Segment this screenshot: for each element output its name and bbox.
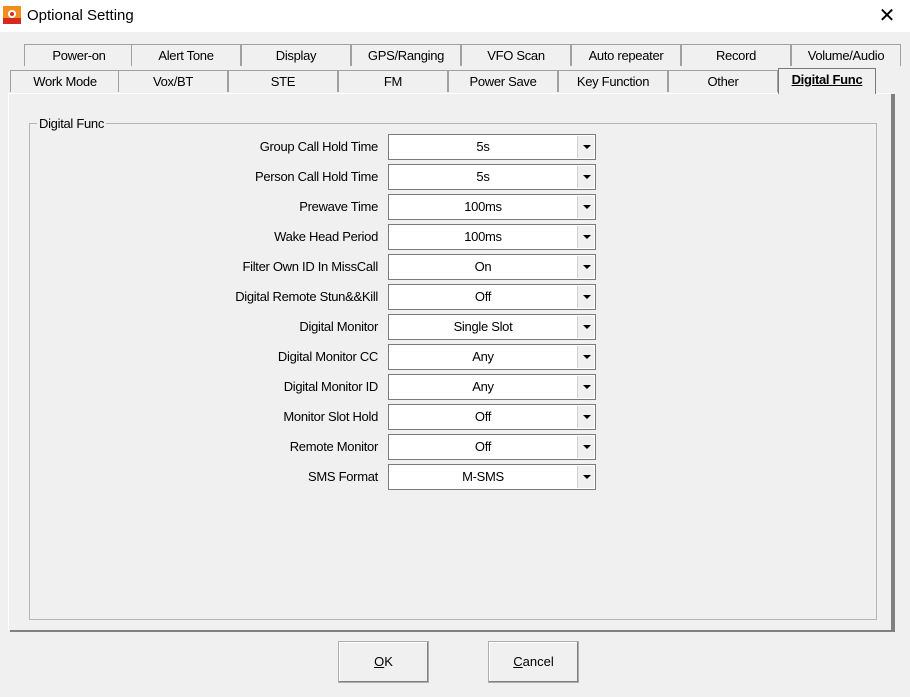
wake-head-period-value: 100ms <box>464 229 502 244</box>
filter-own-id-in-misscall-value: On <box>474 259 492 274</box>
chevron-down-icon[interactable] <box>577 346 594 368</box>
ok-mnemonic: O <box>374 654 385 669</box>
group-title: Digital Func <box>37 116 107 131</box>
tab-alert-tone[interactable]: Alert Tone <box>131 44 241 66</box>
cancel-mnemonic: C <box>513 654 523 669</box>
chevron-down-icon[interactable] <box>577 166 594 188</box>
monitor-slot-hold-value: Off <box>474 409 492 424</box>
person-call-hold-time-label: Person Call Hold Time <box>254 169 378 184</box>
prewave-time-select[interactable]: 100ms <box>388 194 596 220</box>
digital-monitor-select[interactable]: Single Slot <box>388 314 596 340</box>
chevron-down-icon[interactable] <box>577 226 594 248</box>
tab-ste[interactable]: STE <box>228 70 338 92</box>
digital-remote-stun-kill-select[interactable]: Off <box>388 284 596 310</box>
tab-work-mode[interactable]: Work Mode <box>10 70 120 92</box>
cancel-button[interactable]: Cancel <box>488 641 579 683</box>
digital-monitor-value: Single Slot <box>453 319 513 334</box>
digital-monitor-id-select[interactable]: Any <box>388 374 596 400</box>
cancel-label-rest: ancel <box>522 654 554 669</box>
tab-vfo-scan[interactable]: VFO Scan <box>461 44 571 66</box>
tab-vox-bt[interactable]: Vox/BT <box>118 70 228 92</box>
chevron-down-icon[interactable] <box>577 196 594 218</box>
digital-monitor-cc-value: Any <box>472 349 494 364</box>
digital-remote-stun-kill-label: Digital Remote Stun&&Kill <box>235 289 378 304</box>
tab-power-save[interactable]: Power Save <box>448 70 558 92</box>
remote-monitor-label: Remote Monitor <box>289 439 379 454</box>
window-title: Optional Setting <box>27 7 134 24</box>
tab-display[interactable]: Display <box>241 44 351 66</box>
tab-key-function[interactable]: Key Function <box>558 70 668 92</box>
app-logo-icon <box>3 6 21 24</box>
digital-monitor-id-value: Any <box>472 379 494 394</box>
ok-label-rest: K <box>384 654 393 669</box>
tab-fm[interactable]: FM <box>338 70 448 92</box>
chevron-down-icon[interactable] <box>577 316 594 338</box>
tab-gps-ranging[interactable]: GPS/Ranging <box>351 44 461 66</box>
digital-monitor-cc-label: Digital Monitor CC <box>277 349 378 364</box>
tab-auto-repeater[interactable]: Auto repeater <box>571 44 681 66</box>
filter-own-id-in-misscall-label: Filter Own ID In MissCall <box>242 259 378 274</box>
sms-format-value: M-SMS <box>462 469 504 484</box>
chevron-down-icon[interactable] <box>577 466 594 488</box>
prewave-time-value: 100ms <box>464 199 502 214</box>
person-call-hold-time-value: 5s <box>476 169 490 184</box>
monitor-slot-hold-select[interactable]: Off <box>388 404 596 430</box>
tab-record[interactable]: Record <box>681 44 791 66</box>
group-call-hold-time-select[interactable]: 5s <box>388 134 596 160</box>
title-bar: Optional Setting ✕ <box>0 0 910 32</box>
group-call-hold-time-value: 5s <box>476 139 490 154</box>
close-icon[interactable]: ✕ <box>864 0 910 32</box>
digital-monitor-label: Digital Monitor <box>299 319 378 334</box>
chevron-down-icon[interactable] <box>577 436 594 458</box>
group-call-hold-time-label: Group Call Hold Time <box>259 139 379 154</box>
chevron-down-icon[interactable] <box>577 376 594 398</box>
ok-button[interactable]: OK <box>338 641 429 683</box>
chevron-down-icon[interactable] <box>577 136 594 158</box>
tab-power-on[interactable]: Power-on <box>24 44 134 66</box>
tab-digital-func[interactable]: Digital Func <box>778 68 876 94</box>
remote-monitor-value: Off <box>474 439 492 454</box>
remote-monitor-select[interactable]: Off <box>388 434 596 460</box>
chevron-down-icon[interactable] <box>577 286 594 308</box>
prewave-time-label: Prewave Time <box>299 199 378 214</box>
wake-head-period-label: Wake Head Period <box>274 229 378 244</box>
digital-monitor-cc-select[interactable]: Any <box>388 344 596 370</box>
filter-own-id-in-misscall-select[interactable]: On <box>388 254 596 280</box>
sms-format-label: SMS Format <box>308 469 378 484</box>
wake-head-period-select[interactable]: 100ms <box>388 224 596 250</box>
sms-format-select[interactable]: M-SMS <box>388 464 596 490</box>
tab-other[interactable]: Other <box>668 70 778 92</box>
digital-monitor-id-label: Digital Monitor ID <box>283 379 379 394</box>
chevron-down-icon[interactable] <box>577 256 594 278</box>
chevron-down-icon[interactable] <box>577 406 594 428</box>
person-call-hold-time-select[interactable]: 5s <box>388 164 596 190</box>
monitor-slot-hold-label: Monitor Slot Hold <box>283 409 378 424</box>
tab-volume-audio[interactable]: Volume/Audio <box>791 44 901 66</box>
digital-remote-stun-kill-value: Off <box>474 289 492 304</box>
